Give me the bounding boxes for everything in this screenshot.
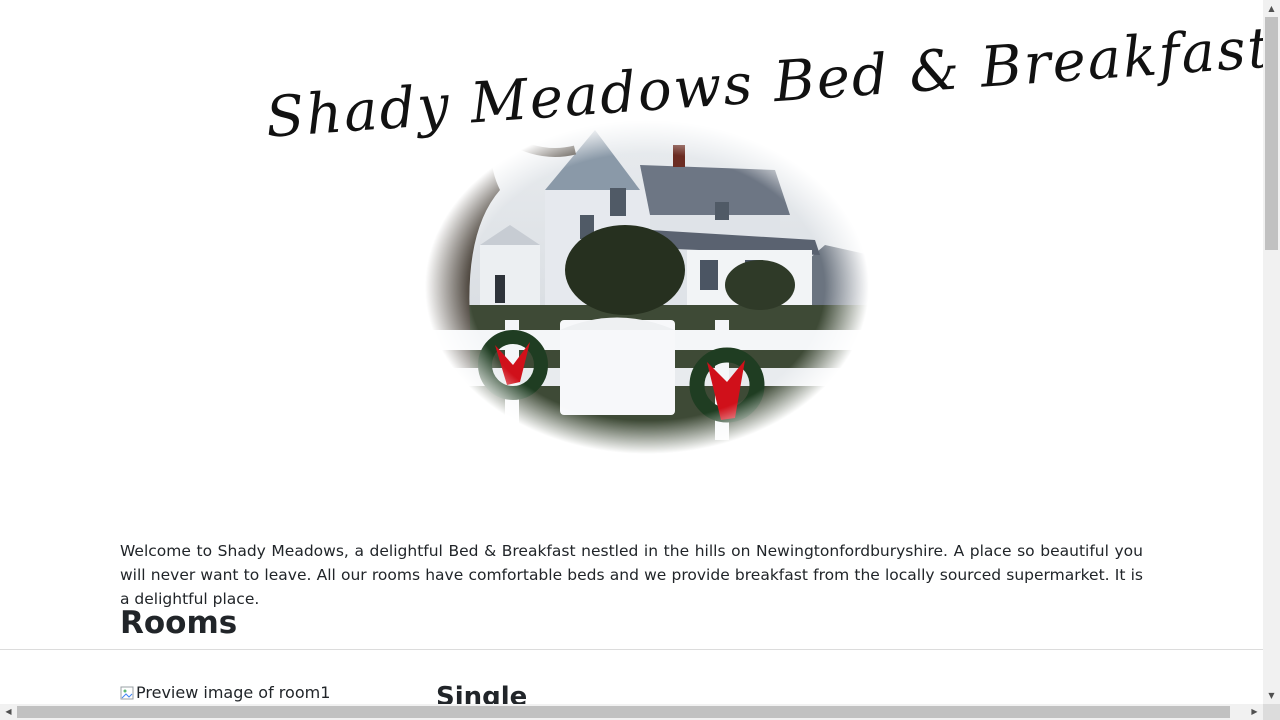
triangle-down-icon[interactable]: ▼ xyxy=(1263,687,1280,704)
page: Shady Meadows Bed & Breakfast Welcome to… xyxy=(0,0,1263,704)
divider xyxy=(0,649,1263,650)
welcome-text: Welcome to Shady Meadows, a delightful B… xyxy=(120,542,1143,608)
triangle-right-icon[interactable]: ▶ xyxy=(1246,703,1263,720)
room-preview-image: Preview image of room1 xyxy=(120,682,330,704)
house-photo xyxy=(425,120,870,455)
triangle-up-icon[interactable]: ▲ xyxy=(1263,0,1280,17)
room-name: Single xyxy=(436,682,528,704)
room-preview-alt-text: Preview image of room1 xyxy=(136,683,331,702)
triangle-left-icon[interactable]: ◀ xyxy=(0,703,17,720)
vertical-scrollbar-thumb[interactable] xyxy=(1265,17,1278,250)
broken-image-icon xyxy=(120,686,134,700)
scrollbar-corner xyxy=(1263,704,1280,720)
rooms-heading: Rooms xyxy=(120,605,238,641)
hero-logo: Shady Meadows Bed & Breakfast xyxy=(250,16,1263,470)
horizontal-scrollbar-thumb[interactable] xyxy=(17,706,1230,718)
